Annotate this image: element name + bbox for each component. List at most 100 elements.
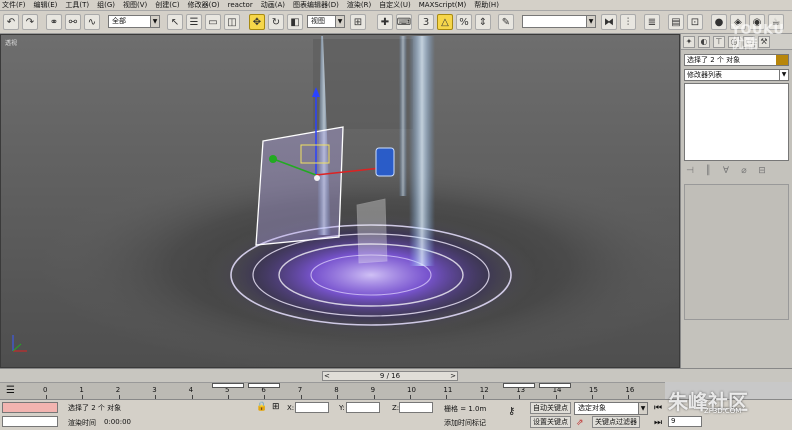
track-tick-label: 12 bbox=[479, 386, 489, 394]
menu-file[interactable]: 文件(F) bbox=[2, 0, 26, 11]
key-mode-icon[interactable]: ⚷ bbox=[508, 406, 515, 417]
modifier-list-dropdown[interactable]: 修改器列表 ▼ bbox=[684, 69, 789, 81]
menu-help[interactable]: 帮助(H) bbox=[474, 0, 499, 11]
maxscript-mini-input[interactable] bbox=[2, 416, 58, 427]
percent-snap-icon[interactable]: % bbox=[456, 14, 472, 30]
snap-3d-icon[interactable]: 3 bbox=[418, 14, 434, 30]
track-tick-label: 3 bbox=[152, 386, 157, 394]
keyframe-marker[interactable] bbox=[539, 383, 571, 388]
align-icon[interactable]: ⫶ bbox=[620, 14, 636, 30]
x-label: X: bbox=[287, 404, 295, 412]
3dsmax-window: 文件(F) 编辑(E) 工具(T) 组(G) 视图(V) 创建(C) 修改器(O… bbox=[0, 0, 792, 430]
key-selection-dropdown[interactable]: 选定对象 ▼ bbox=[574, 402, 648, 415]
menu-create[interactable]: 创建(C) bbox=[155, 0, 179, 11]
track-tick-label: 8 bbox=[334, 386, 339, 394]
menu-animation[interactable]: 动画(A) bbox=[261, 0, 285, 11]
select-scale-icon[interactable]: ◧ bbox=[287, 14, 303, 30]
angle-snap-icon[interactable]: △ bbox=[437, 14, 453, 30]
unlink-icon[interactable]: ⚯ bbox=[65, 14, 81, 30]
z-coordinate-field[interactable] bbox=[399, 402, 433, 413]
edit-named-sel-icon[interactable]: ✎ bbox=[498, 14, 514, 30]
youku-text: YOUKU bbox=[731, 23, 785, 38]
mirror-icon[interactable]: ⧓ bbox=[601, 14, 617, 30]
pin-stack-icon[interactable]: ⊣ bbox=[684, 166, 696, 176]
named-selection-dropdown[interactable]: ▼ bbox=[522, 15, 596, 28]
track-tick-label: 15 bbox=[589, 386, 598, 394]
y-coordinate-field[interactable] bbox=[346, 402, 380, 413]
next-frame-icon[interactable]: > bbox=[450, 372, 456, 380]
lock-selection-icon[interactable]: 🔒 bbox=[256, 402, 267, 412]
pivot-center-icon[interactable]: ⊞ bbox=[350, 14, 366, 30]
menu-reactor[interactable]: reactor bbox=[228, 0, 253, 11]
keyframe-marker[interactable] bbox=[212, 383, 244, 388]
object-color-swatch[interactable] bbox=[776, 55, 788, 65]
track-tick-label: 0 bbox=[43, 386, 48, 394]
ref-coord-dropdown[interactable]: 视图 ▼ bbox=[307, 15, 345, 28]
modifier-stack[interactable] bbox=[684, 83, 789, 161]
absolute-mode-icon[interactable]: ⊞ bbox=[272, 402, 280, 412]
stack-tools: ⊣ ║ ∀ ⌀ ⊟ bbox=[684, 164, 789, 178]
mini-curve-icon[interactable]: ☰ bbox=[6, 385, 15, 396]
material-editor-icon[interactable]: ● bbox=[711, 14, 727, 30]
render-time-label: 渲染时间 bbox=[68, 419, 96, 427]
menu-modifiers[interactable]: 修改器(O) bbox=[188, 0, 220, 11]
select-move-icon[interactable]: ✥ bbox=[249, 14, 265, 30]
schematic-view-icon[interactable]: ⊡ bbox=[687, 14, 703, 30]
curve-editor-icon[interactable]: ▤ bbox=[668, 14, 684, 30]
auto-key-button[interactable]: 自动关键点 bbox=[530, 402, 571, 414]
current-frame-field[interactable]: 9 bbox=[668, 416, 702, 427]
youku-cn-text: 优酷 bbox=[731, 37, 759, 52]
hierarchy-tab-icon[interactable]: ⊤ bbox=[713, 35, 725, 48]
select-manipulate-icon[interactable]: ✚ bbox=[377, 14, 393, 30]
main-toolbar: ↶ ↷ ⚭ ⚯ ∿ 全部 ▼ ↖ ☰ ▭ ◫ ✥ ↻ ◧ 视图 ▼ ⊞ ✚ ⌨ 3 … bbox=[0, 11, 792, 34]
site-watermark: ZF3D.COM bbox=[704, 407, 742, 415]
select-object-icon[interactable]: ↖ bbox=[167, 14, 183, 30]
menu-graph-editors[interactable]: 图表编辑器(D) bbox=[293, 0, 339, 11]
select-rotate-icon[interactable]: ↻ bbox=[268, 14, 284, 30]
menu-rendering[interactable]: 渲染(R) bbox=[347, 0, 371, 11]
set-key-button[interactable]: 设置关键点 bbox=[530, 416, 571, 428]
menu-bar: 文件(F) 编辑(E) 工具(T) 组(G) 视图(V) 创建(C) 修改器(O… bbox=[0, 0, 792, 11]
perspective-viewport[interactable]: 透视 bbox=[0, 34, 680, 368]
keyframe-marker[interactable] bbox=[248, 383, 280, 388]
key-filters-button[interactable]: 关键点过滤器 bbox=[592, 416, 640, 428]
modify-tab-icon[interactable]: ◐ bbox=[698, 35, 710, 48]
bind-spacewarp-icon[interactable]: ∿ bbox=[84, 14, 100, 30]
keyboard-shortcut-icon[interactable]: ⌨ bbox=[396, 14, 412, 30]
create-tab-icon[interactable]: ✦ bbox=[683, 35, 695, 48]
layer-manager-icon[interactable]: ≣ bbox=[644, 14, 660, 30]
track-bar[interactable]: ☰ 0 1 2 3 4 5 6 7 8 9 10 11 12 13 14 15 16 bbox=[0, 382, 665, 399]
redo-icon[interactable]: ↷ bbox=[22, 14, 38, 30]
viewport-label[interactable]: 透视 bbox=[5, 38, 17, 47]
show-end-result-icon[interactable]: ║ bbox=[702, 166, 714, 176]
add-time-tag-button[interactable]: 添加时间标记 bbox=[444, 418, 486, 428]
prev-frame-icon[interactable]: < bbox=[324, 372, 330, 380]
go-to-start-icon[interactable]: ⏮ bbox=[654, 403, 662, 413]
link-icon[interactable]: ⚭ bbox=[46, 14, 62, 30]
keyframe-marker[interactable] bbox=[503, 383, 535, 388]
y-label: Y: bbox=[339, 404, 345, 412]
selection-filter-dropdown[interactable]: 全部 ▼ bbox=[108, 15, 160, 28]
menu-customize[interactable]: 自定义(U) bbox=[379, 0, 411, 11]
window-crossing-icon[interactable]: ◫ bbox=[224, 14, 240, 30]
menu-group[interactable]: 组(G) bbox=[97, 0, 115, 11]
frame-counter-icon: ⏭ bbox=[654, 418, 663, 428]
make-unique-icon[interactable]: ∀ bbox=[720, 166, 732, 176]
undo-icon[interactable]: ↶ bbox=[3, 14, 19, 30]
configure-sets-icon[interactable]: ⊟ bbox=[756, 166, 768, 176]
menu-views[interactable]: 视图(V) bbox=[123, 0, 147, 11]
selection-name-field[interactable]: 选择了 2 个 对象 bbox=[684, 54, 789, 66]
time-slider[interactable]: < 9 / 16 > bbox=[322, 371, 458, 381]
rect-selection-icon[interactable]: ▭ bbox=[205, 14, 221, 30]
key-filter-icon[interactable]: ⇗ bbox=[576, 418, 584, 428]
time-slider-label: 9 / 16 bbox=[379, 372, 401, 380]
menu-edit[interactable]: 编辑(E) bbox=[34, 0, 58, 11]
grid-size-text: 栅格 = 1.0m bbox=[444, 405, 487, 413]
menu-maxscript[interactable]: MAXScript(M) bbox=[419, 0, 466, 11]
remove-modifier-icon[interactable]: ⌀ bbox=[738, 166, 750, 176]
spinner-snap-icon[interactable]: ⇕ bbox=[475, 14, 491, 30]
x-coordinate-field[interactable] bbox=[295, 402, 329, 413]
select-by-name-icon[interactable]: ☰ bbox=[186, 14, 202, 30]
maxscript-listener[interactable] bbox=[2, 402, 58, 413]
menu-tools[interactable]: 工具(T) bbox=[65, 0, 89, 11]
